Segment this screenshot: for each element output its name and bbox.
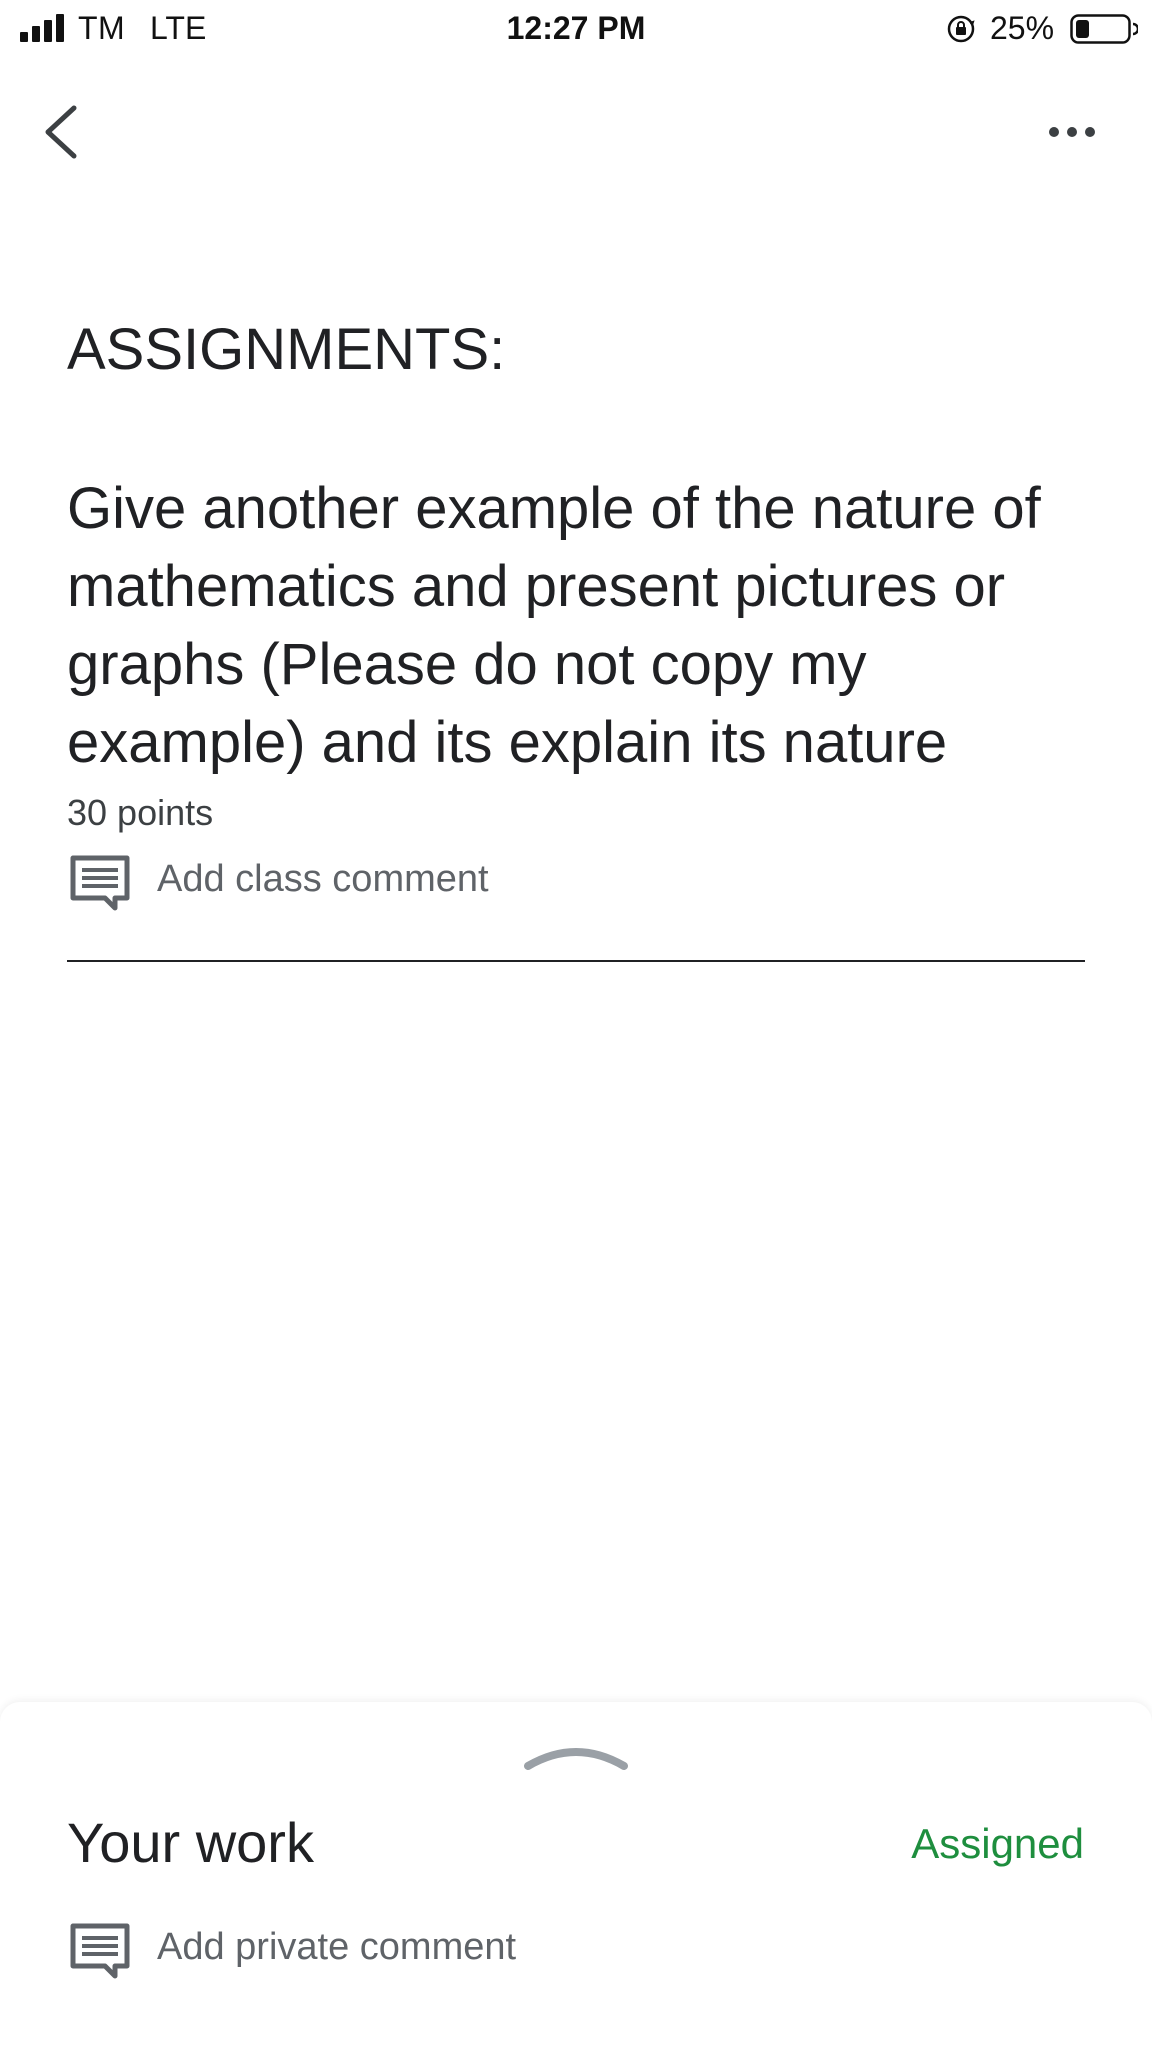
work-status-badge: Assigned: [911, 1820, 1084, 1867]
more-options-button[interactable]: [1040, 112, 1104, 152]
assignment-heading: ASSIGNMENTS:: [67, 317, 506, 382]
add-class-comment-button[interactable]: Add class comment: [67, 846, 627, 916]
orientation-lock-icon: [947, 15, 975, 43]
assignment-points: 30 points: [67, 792, 214, 833]
battery-percent: 25%: [990, 10, 1055, 46]
battery-icon: [1070, 14, 1138, 44]
expand-sheet-handle[interactable]: [522, 1738, 630, 1774]
comment-icon: [70, 855, 130, 911]
more-horizontal-icon: [1049, 127, 1095, 137]
comment-icon: [70, 1923, 130, 1979]
chevron-up-icon: [524, 1748, 628, 1770]
back-button[interactable]: [36, 100, 92, 164]
section-divider: [67, 960, 1085, 962]
add-private-comment-label: Add private comment: [157, 1926, 517, 1968]
your-work-sheet: Your work Assigned Add private comment: [0, 1702, 1152, 2048]
add-class-comment-label: Add class comment: [157, 858, 489, 900]
chevron-left-icon: [45, 105, 77, 159]
your-work-title: Your work: [67, 1811, 314, 1874]
add-private-comment-button[interactable]: Add private comment: [67, 1914, 667, 1984]
status-time: 12:27 PM: [506, 10, 646, 46]
assignment-description: Give another example of the nature of ma…: [67, 476, 1041, 775]
status-bar: TM LTE 12:27 PM 25%: [0, 0, 1152, 58]
assignment-screen: TM LTE 12:27 PM 25% ASSIGNMENTS: Give an…: [0, 0, 1152, 2048]
